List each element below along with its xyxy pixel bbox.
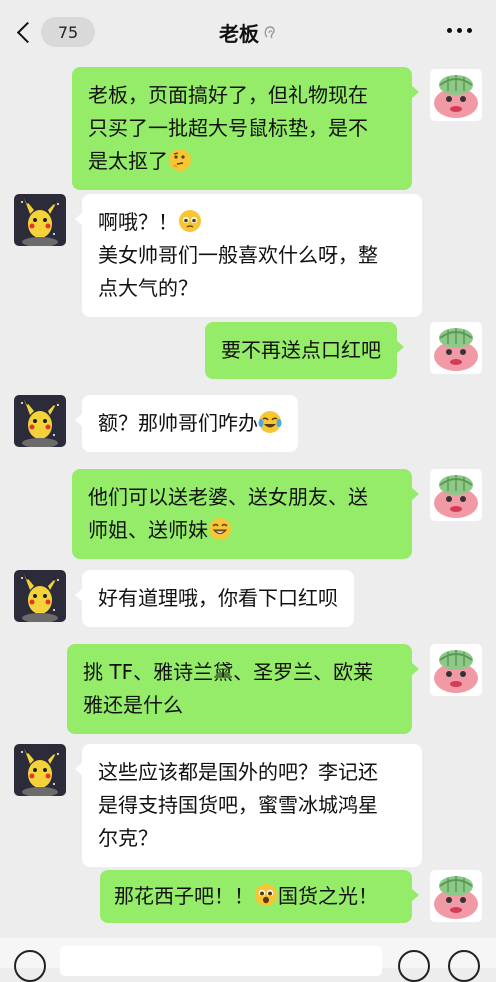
message-line: 师姐、送师妹 (88, 518, 208, 542)
contact-message-bubble[interactable]: 这些应该都是国外的吧？李记还 是得支持国货吧，蜜雪冰城鸿星 尔克？ (75, 744, 422, 867)
my-avatar[interactable] (430, 469, 482, 521)
message-line: 啊哦？！ (98, 210, 178, 234)
voice-input-icon[interactable] (14, 950, 46, 982)
message-input[interactable] (60, 946, 382, 976)
message-line: 美女帅哥们一般喜欢什么呀，整 (98, 243, 378, 267)
message-line-with-emoji: 那花西子吧！！ 国货之光！ (114, 880, 398, 913)
contact-avatar[interactable] (14, 194, 66, 246)
message-row: 额？那帅哥们咋办 (75, 395, 298, 452)
chat-title: 老板 (0, 18, 496, 47)
message-line: 尔克？ (98, 826, 158, 850)
message-line: 那花西子吧！！ (114, 884, 254, 908)
emoji-icon[interactable] (398, 950, 430, 982)
message-line: 雅还是什么 (83, 693, 183, 717)
message-line: 只买了一批超大号鼠标垫，是不 (88, 116, 368, 140)
chat-title-text: 老板 (219, 22, 259, 46)
contact-avatar[interactable] (14, 744, 66, 796)
message-row: 要不再送点口红吧 (205, 322, 404, 379)
pleading-face-icon (255, 884, 277, 906)
message-row: 他们可以送老婆、送女朋友、送 师姐、送师妹 (72, 469, 419, 559)
message-row: 那花西子吧！！ 国货之光！ (100, 870, 419, 923)
crying-laughing-face-icon (258, 411, 282, 433)
thinking-face-icon (169, 149, 191, 171)
my-message-bubble[interactable]: 挑 TF、雅诗兰黛、圣罗兰、欧莱 雅还是什么 (67, 644, 419, 734)
input-bar (0, 938, 496, 982)
message-line: 点大气的？ (98, 276, 198, 300)
more-options-button[interactable] (447, 28, 472, 33)
message-line: 这些应该都是国外的吧？李记还 (98, 760, 378, 784)
my-message-bubble[interactable]: 那花西子吧！！ 国货之光！ (100, 870, 419, 923)
message-line: 是太抠了 (88, 149, 168, 173)
ear-icon (264, 25, 275, 38)
my-message-bubble[interactable]: 老板，页面搞好了，但礼物现在 只买了一批超大号鼠标垫，是不 是太抠了 (72, 67, 419, 190)
message-line-with-emoji: 额？那帅哥们咋办 (98, 407, 282, 440)
my-avatar[interactable] (430, 322, 482, 374)
dot-icon (457, 28, 462, 33)
dot-icon (467, 28, 472, 33)
message-line-with-emoji: 师姐、送师妹 (88, 514, 396, 547)
message-line: 是得支持国货吧，蜜雪冰城鸿星 (98, 793, 378, 817)
message-line: 挑 TF、雅诗兰黛、圣罗兰、欧莱 (83, 660, 374, 684)
contact-avatar[interactable] (14, 570, 66, 622)
message-line-with-emoji: 啊哦？！ (98, 206, 406, 239)
message-row: 老板，页面搞好了，但礼物现在 只买了一批超大号鼠标垫，是不 是太抠了 (72, 67, 419, 190)
contact-message-bubble[interactable]: 啊哦？！ 美女帅哥们一般喜欢什么呀，整 点大气的？ (75, 194, 422, 317)
message-line: 要不再送点口红吧 (221, 338, 381, 362)
grinning-face-icon (209, 518, 231, 540)
message-line: 他们可以送老婆、送女朋友、送 (88, 485, 368, 509)
message-row: 啊哦？！ 美女帅哥们一般喜欢什么呀，整 点大气的？ (75, 194, 422, 317)
message-row: 好有道理哦，你看下口红呗 (75, 570, 354, 627)
contact-message-bubble[interactable]: 好有道理哦，你看下口红呗 (75, 570, 354, 627)
dot-icon (447, 28, 452, 33)
my-avatar[interactable] (430, 644, 482, 696)
my-avatar[interactable] (430, 870, 482, 922)
my-message-bubble[interactable]: 要不再送点口红吧 (205, 322, 404, 379)
my-avatar[interactable] (430, 69, 482, 121)
my-message-bubble[interactable]: 他们可以送老婆、送女朋友、送 师姐、送师妹 (72, 469, 419, 559)
message-line: 额？那帅哥们咋办 (98, 411, 258, 435)
message-line: 老板，页面搞好了，但礼物现在 (88, 83, 368, 107)
contact-avatar[interactable] (14, 395, 66, 447)
pleading-face-icon (179, 210, 201, 232)
plus-icon[interactable] (448, 950, 480, 982)
message-row: 这些应该都是国外的吧？李记还 是得支持国货吧，蜜雪冰城鸿星 尔克？ (75, 744, 422, 867)
message-line: 国货之光！ (278, 884, 378, 908)
top-bar: 75 老板 (0, 0, 496, 64)
message-line-with-emoji: 是太抠了 (88, 145, 396, 178)
message-line: 好有道理哦，你看下口红呗 (98, 586, 338, 610)
contact-message-bubble[interactable]: 额？那帅哥们咋办 (75, 395, 298, 452)
message-row: 挑 TF、雅诗兰黛、圣罗兰、欧莱 雅还是什么 (67, 644, 419, 734)
